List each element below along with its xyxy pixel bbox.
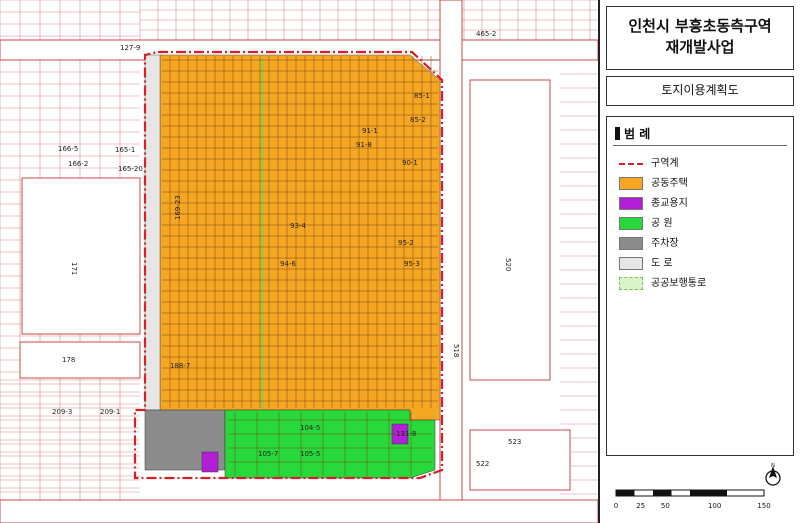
north-arrow-icon: N: [765, 463, 781, 486]
map-label: 518: [452, 344, 460, 357]
map-label: 169-23: [174, 195, 182, 220]
legend-label: 도 로: [651, 258, 673, 269]
map-label: 522: [476, 460, 489, 468]
map-label: 209-3: [52, 408, 72, 416]
map-label: 95-3: [404, 260, 420, 268]
north-label: N: [771, 463, 775, 469]
map-label: 105-5: [300, 450, 320, 458]
scale-tick-label: 150: [757, 502, 770, 510]
legend-swatch: [619, 217, 643, 230]
apartment-housing-area: [159, 54, 441, 421]
legend-swatch: [619, 163, 643, 165]
map-label: 209-1: [100, 408, 120, 416]
map-label: 171: [70, 262, 78, 275]
map-label: 85-1: [414, 92, 430, 100]
map-label: 166-2: [68, 160, 88, 168]
map-label: 105-7: [258, 450, 278, 458]
map-label: 166-5: [58, 145, 78, 153]
legend: 범 례 구역계공동주택종교용지공 원주차장도 로공공보행통로: [606, 116, 794, 456]
scale-tick-label: 50: [661, 502, 670, 510]
map-label: 188-7: [170, 362, 190, 370]
map-label: 94-6: [280, 260, 296, 268]
legend-heading-text: 범 례: [624, 127, 651, 141]
map-label: 523: [508, 438, 521, 446]
scale-bar: 0 25 50 100 150: [614, 489, 771, 510]
map-label: 465-2: [476, 30, 496, 38]
legend-label: 주차장: [651, 238, 679, 249]
religious-site-2: [201, 451, 219, 473]
legend-swatch: [619, 277, 643, 290]
map-label: 104-5: [300, 424, 320, 432]
map-label: 91-1: [362, 127, 378, 135]
legend-label: 공 원: [651, 218, 673, 229]
scale-tick-label: 25: [636, 502, 645, 510]
land-use-map: 127-9 165-1 166-2 165-20 166-5 171 178 2…: [0, 0, 598, 523]
map-label: 165-1: [115, 146, 135, 154]
map-label: 165-20: [118, 165, 143, 173]
map-subtitle: 토지이용계획도: [606, 76, 794, 106]
road-strip: [144, 54, 161, 411]
map-label: 91-8: [356, 141, 372, 149]
legend-divider: [613, 145, 787, 146]
title-line-1: 인천시 부흥초동측구역: [628, 17, 772, 35]
legend-swatch: [619, 177, 643, 190]
map-label: 90-1: [402, 159, 418, 167]
legend-label: 공동주택: [651, 178, 688, 189]
legend-swatch: [619, 257, 643, 270]
legend-label: 구역계: [651, 158, 679, 169]
legend-label: 공공보행통로: [651, 278, 707, 289]
legend-swatch: [619, 197, 643, 210]
title-line-2: 재개발사업: [665, 38, 735, 56]
legend-panel: 인천시 부흥초동측구역 재개발사업 토지이용계획도 범 례 구역계공동주택종교용…: [598, 0, 800, 523]
map-label: 178: [62, 356, 75, 364]
legend-heading-bar-icon: [615, 127, 620, 140]
map-label: 85-2: [410, 116, 426, 124]
scale-tick-label: 0: [614, 502, 618, 510]
map-label: 520: [504, 258, 512, 271]
title-box: 인천시 부흥초동측구역 재개발사업: [606, 6, 794, 70]
legend-swatch: [619, 237, 643, 250]
scale-tick-label: 100: [708, 502, 721, 510]
legend-heading: 범 례: [615, 125, 650, 142]
map-label: 93-4: [290, 222, 306, 230]
map-label: 131-8: [396, 430, 416, 438]
map-label: 127-9: [120, 44, 140, 52]
map-label: 95-2: [398, 239, 414, 247]
legend-label: 종교용지: [651, 198, 688, 209]
